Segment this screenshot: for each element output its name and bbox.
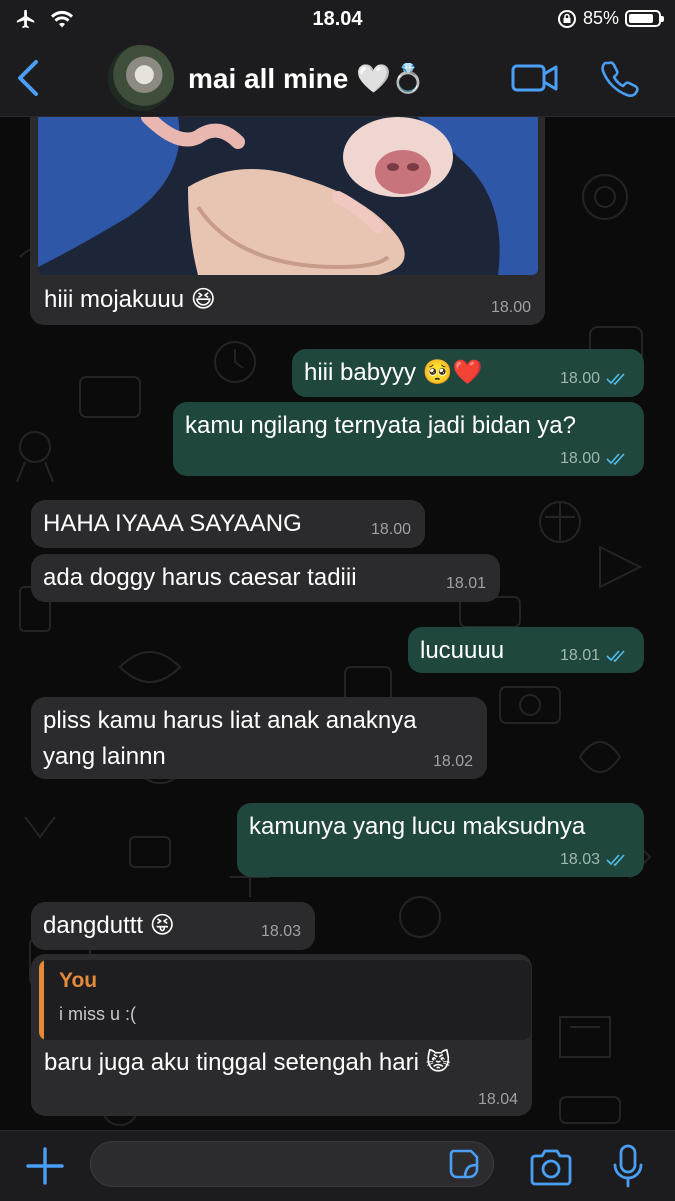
message-text-line-2: yang lainnn — [43, 743, 166, 770]
message-incoming[interactable]: dangduttt 😝 18.03 — [31, 902, 315, 950]
message-time: 18.00 — [559, 450, 600, 467]
message-outgoing[interactable]: kamunya yang lucu maksudnya 18.03 — [237, 803, 644, 877]
camera-icon[interactable] — [528, 1147, 574, 1187]
message-text: hiii babyyy 🥺❤️ — [304, 359, 483, 386]
message-text-line-1: pliss kamu harus liat anak anaknya — [43, 707, 417, 734]
message-text: kamunya yang lucu maksudnya — [249, 813, 586, 840]
puppy-photo-image — [38, 117, 538, 275]
message-incoming[interactable]: HAHA IYAAA SAYAANG 18.00 — [31, 500, 425, 548]
message-time: 18.00 — [370, 521, 411, 538]
message-outgoing[interactable]: lucuuuu 18.01 — [408, 627, 644, 673]
battery-level — [629, 14, 653, 23]
read-ticks-icon — [606, 453, 625, 465]
quoted-text: i miss u :( — [59, 1004, 137, 1024]
quote-accent-bar — [39, 960, 44, 1040]
quoted-sender: You — [59, 969, 98, 992]
message-text: baru juga aku tinggal setengah hari 😾 — [44, 1049, 451, 1076]
video-call-icon[interactable] — [510, 60, 560, 96]
message-time: 18.01 — [445, 575, 486, 592]
message-text: hiii mojakuuu 😆 — [44, 286, 216, 313]
phone-call-icon[interactable] — [600, 58, 640, 98]
message-outgoing[interactable]: kamu ngilang ternyata jadi bidan ya? 18.… — [173, 402, 644, 476]
quoted-message[interactable]: You i miss u :( — [39, 960, 531, 1040]
lock-rotation-icon — [557, 9, 576, 28]
read-ticks-icon — [606, 373, 625, 385]
avatar[interactable] — [108, 45, 174, 111]
message-time: 18.00 — [559, 370, 600, 387]
microphone-icon[interactable] — [612, 1143, 644, 1189]
message-time: 18.00 — [490, 299, 531, 316]
message-outgoing[interactable]: hiii babyyy 🥺❤️ 18.00 — [292, 349, 644, 397]
contact-name[interactable]: mai all mine 🤍💍 — [188, 62, 426, 95]
message-text: lucuuuu — [420, 637, 505, 664]
message-incoming[interactable]: pliss kamu harus liat anak anaknya yang … — [31, 697, 487, 779]
status-icons-right: 85% — [557, 8, 664, 29]
read-ticks-icon — [606, 854, 625, 866]
plus-icon[interactable] — [24, 1145, 66, 1187]
back-chevron-icon[interactable] — [10, 56, 50, 100]
message-time: 18.02 — [432, 753, 473, 770]
sticker-icon[interactable] — [447, 1147, 481, 1181]
status-bar: 18.04 85% — [0, 0, 675, 40]
battery-percent: 85% — [582, 8, 619, 28]
message-time: 18.03 — [559, 851, 600, 868]
message-incoming-photo[interactable]: hiii mojakuuu 😆 18.00 — [30, 117, 545, 325]
chat-header: mai all mine 🤍💍 — [0, 40, 675, 117]
message-incoming-reply[interactable]: You i miss u :( baru juga aku tinggal se… — [31, 954, 532, 1116]
read-ticks-icon — [606, 650, 625, 662]
battery-icon — [625, 10, 664, 27]
chat-area[interactable]: hiii mojakuuu 😆 18.00 hiii babyyy 🥺❤️ 18… — [0, 117, 675, 1130]
message-time: 18.03 — [260, 923, 301, 940]
message-text: dangduttt 😝 — [43, 912, 175, 939]
message-input-field[interactable] — [90, 1141, 494, 1187]
message-text: ada doggy harus caesar tadiii — [43, 564, 357, 591]
message-time: 18.01 — [559, 647, 600, 664]
message-text: kamu ngilang ternyata jadi bidan ya? — [185, 412, 576, 439]
message-composer — [0, 1130, 675, 1201]
message-photo[interactable] — [38, 117, 538, 275]
message-time: 18.04 — [477, 1091, 518, 1108]
message-incoming[interactable]: ada doggy harus caesar tadiii 18.01 — [31, 554, 500, 602]
message-text: HAHA IYAAA SAYAANG — [43, 510, 302, 537]
message-input[interactable] — [105, 1150, 439, 1180]
